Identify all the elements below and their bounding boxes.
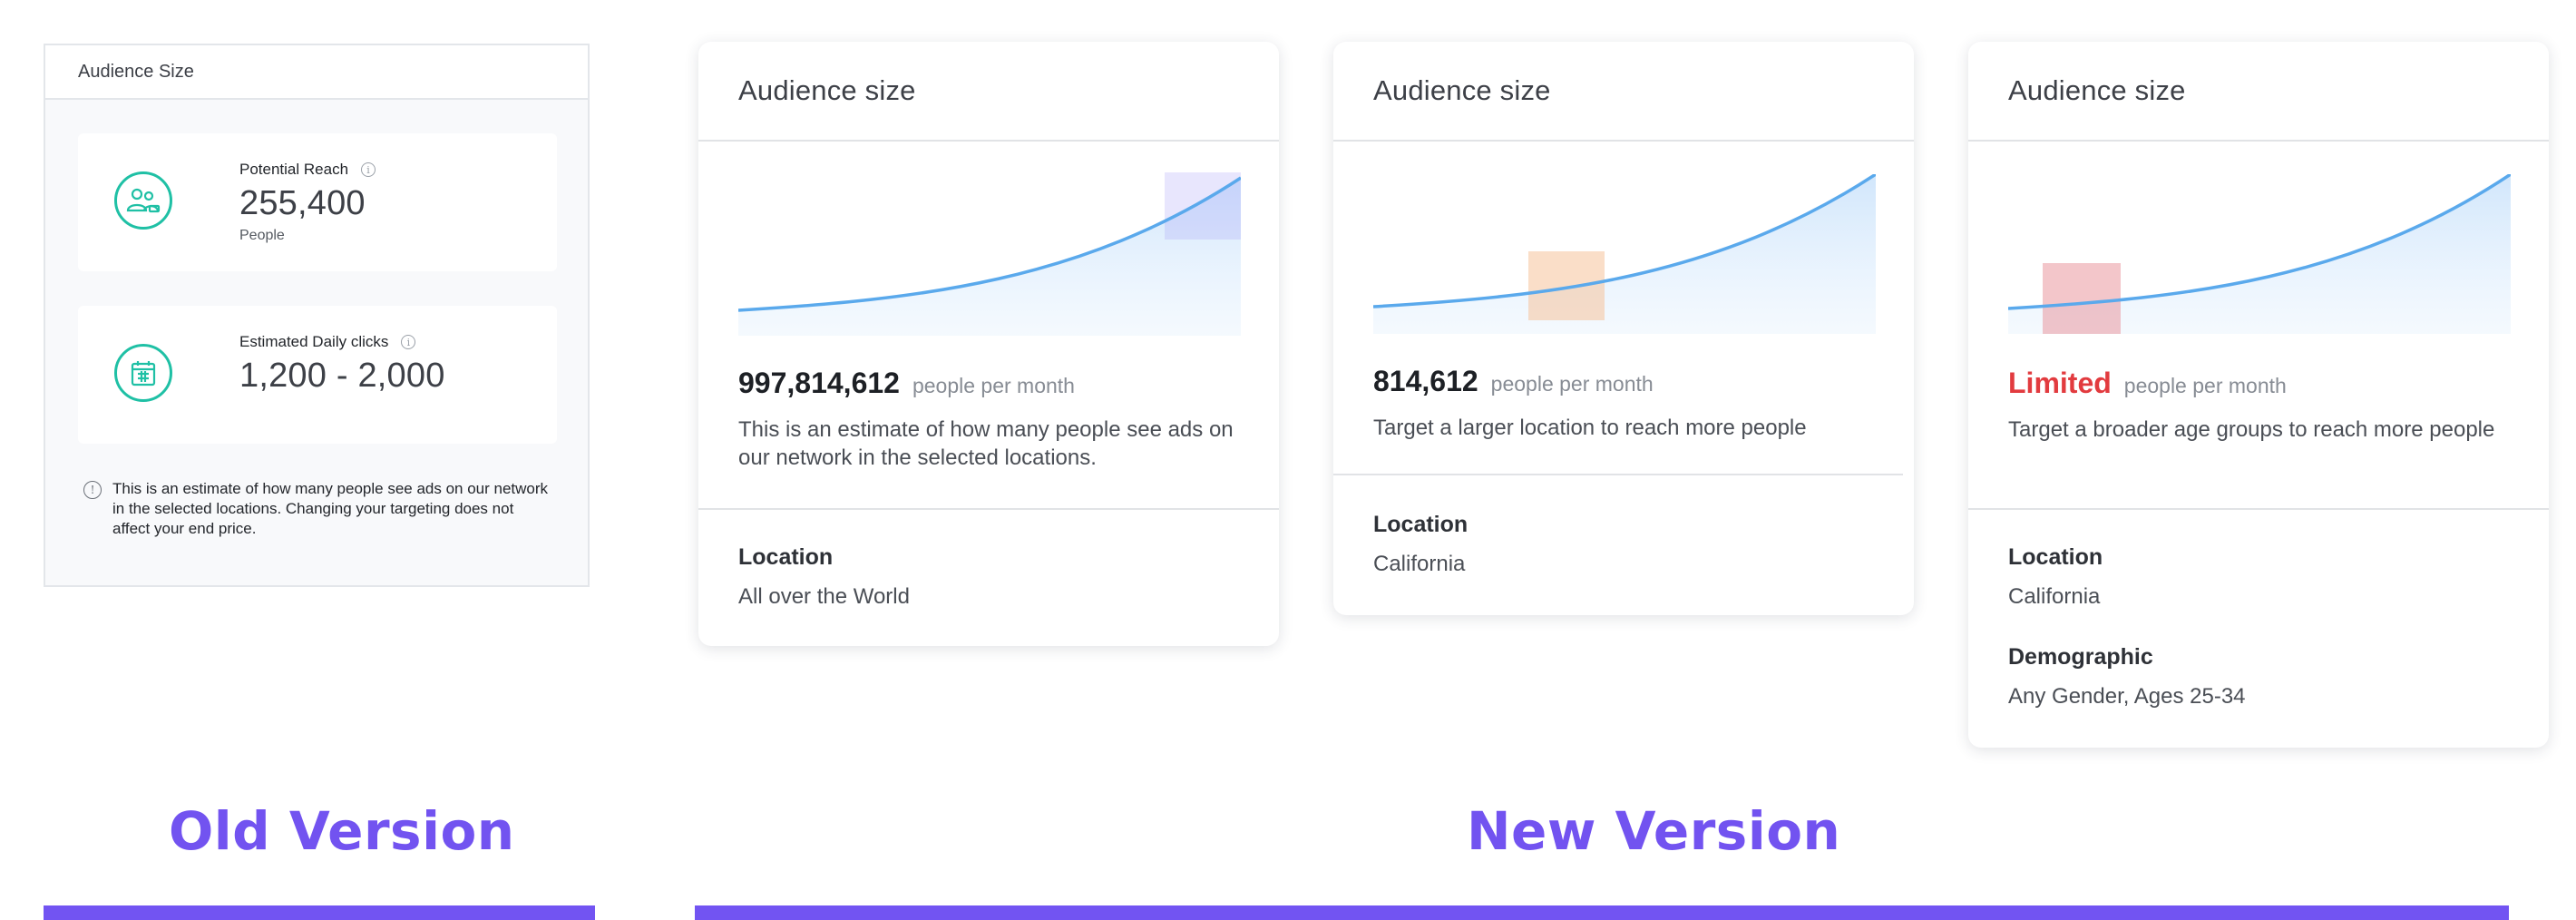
audience-curve-chart (2008, 174, 2511, 334)
audience-figure-row: 814,612 people per month (1373, 365, 1654, 398)
estimate-note-text: This is an estimate of how many people s… (112, 480, 549, 537)
per-month-label: people per month (2123, 374, 2287, 397)
demographic-value: Any Gender, Ages 25-34 (2008, 684, 2246, 709)
new-version-bar (695, 905, 2509, 920)
audience-highlight-marker (1528, 251, 1605, 320)
location-label: Location (738, 544, 834, 570)
old-version-bar (44, 905, 595, 920)
audience-highlight-marker (1165, 172, 1241, 240)
old-audience-panel: Audience Size Potential Reach i 255,400 … (44, 44, 590, 587)
location-value: All over the World (738, 584, 910, 609)
audience-figure-row: Limited people per month (2008, 367, 2287, 400)
audience-figure-row: 997,814,612 people per month (738, 367, 1075, 400)
info-icon[interactable]: i (401, 335, 416, 349)
audience-card-california: Audience size 814,612 people per month T… (1333, 42, 1914, 615)
location-value: California (1373, 552, 1466, 576)
potential-reach-title: Potential Reach i (239, 161, 376, 179)
demographic-label: Demographic (2008, 644, 2153, 670)
old-panel-title: Audience Size (45, 45, 588, 100)
info-icon: ! (83, 481, 102, 499)
daily-clicks-card: Estimated Daily clicks i 1,200 - 2,000 (78, 306, 557, 444)
audience-card-world: Audience size 997,814,612 people per mon… (698, 42, 1279, 646)
potential-reach-unit: People (239, 228, 285, 243)
audience-figure-limited: Limited (2008, 367, 2112, 399)
divider (1968, 508, 2549, 510)
audience-description: This is an estimate of how many people s… (738, 417, 1234, 470)
new-version-label: New Version (1467, 800, 1841, 862)
potential-reach-value: 255,400 (239, 184, 366, 222)
potential-reach-card: Potential Reach i 255,400 People (78, 133, 557, 271)
card-title: Audience size (1333, 42, 1914, 142)
daily-clicks-title: Estimated Daily clicks i (239, 333, 416, 351)
audience-curve-chart (738, 172, 1241, 336)
audience-figure: 997,814,612 (738, 367, 900, 399)
calendar-icon (114, 344, 172, 402)
divider (698, 508, 1279, 510)
location-value: California (2008, 584, 2101, 609)
audience-card-limited: Audience size Limited people per month T… (1968, 42, 2549, 748)
audience-highlight-marker (2043, 263, 2121, 334)
estimate-note: ! This is an estimate of how many people… (83, 479, 555, 539)
info-icon[interactable]: i (361, 162, 376, 177)
people-icon (114, 171, 172, 230)
per-month-label: people per month (912, 374, 1075, 397)
divider (1333, 474, 1903, 475)
card-title: Audience size (698, 42, 1279, 142)
audience-description: Target a broader age groups to reach mor… (2008, 417, 2495, 442)
card-title: Audience size (1968, 42, 2549, 142)
daily-clicks-value: 1,200 - 2,000 (239, 357, 445, 395)
per-month-label: people per month (1490, 372, 1654, 396)
audience-figure: 814,612 (1373, 365, 1478, 397)
audience-curve-chart (1373, 174, 1876, 334)
location-label: Location (1373, 512, 1469, 537)
audience-description: Target a larger location to reach more p… (1373, 416, 1807, 440)
location-label: Location (2008, 544, 2103, 570)
old-version-label: Old Version (169, 800, 515, 862)
